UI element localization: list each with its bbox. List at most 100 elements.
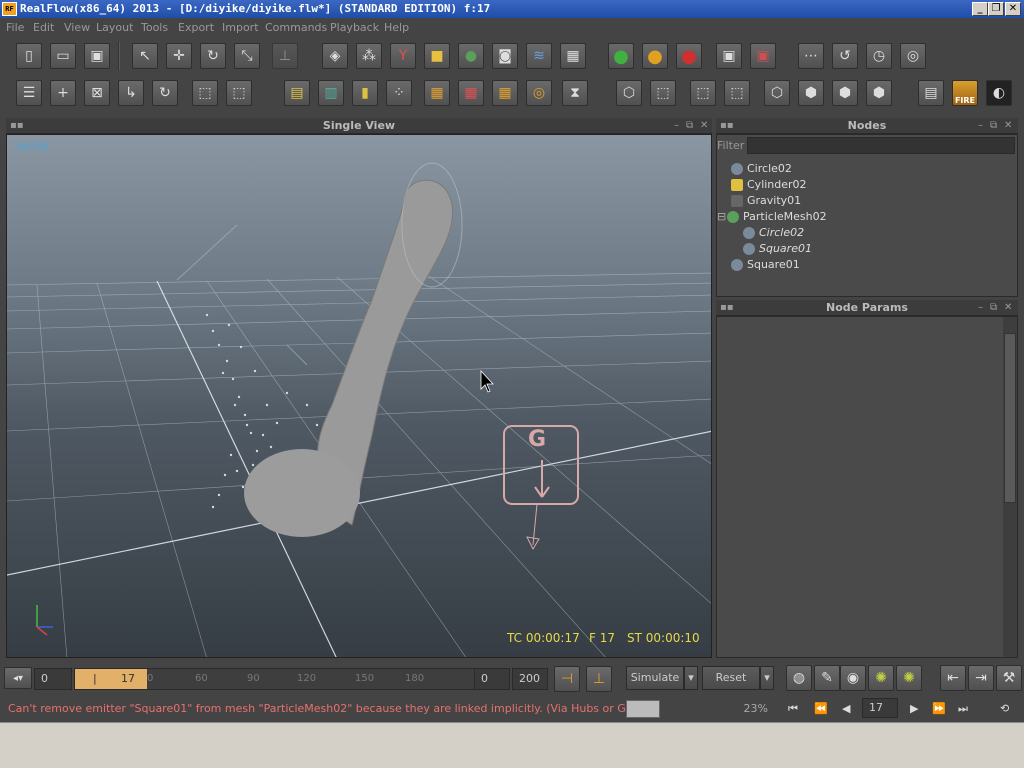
wrench-button[interactable]: ⚒ [996, 665, 1022, 691]
render-settings-button[interactable]: ▤ [918, 80, 944, 106]
node-item[interactable]: Circle02 [731, 161, 792, 177]
menu-import[interactable]: Import [222, 21, 259, 34]
range-end-button[interactable]: ⊥ [586, 666, 612, 692]
export-button-2[interactable]: ▦ [458, 80, 484, 106]
node-item[interactable]: Circle02 [743, 225, 804, 241]
box-frame-button[interactable]: ⬚ [226, 80, 252, 106]
range-start-field[interactable]: 0 [474, 668, 510, 690]
move-tool-button[interactable]: ✛ [166, 43, 192, 69]
playback-tool-1[interactable]: ◍ [786, 665, 812, 691]
menu-commands[interactable]: Commands [265, 21, 327, 34]
panel-float-icon[interactable]: ⧉ [990, 118, 997, 134]
scale-tool-button[interactable]: ⤡ [234, 43, 260, 69]
timer-button[interactable]: ◷ [866, 43, 892, 69]
panel-close-icon[interactable]: ✕ [1004, 118, 1012, 134]
export-button-4[interactable]: ◎ [526, 80, 552, 106]
key-prev-button[interactable]: ⇤ [940, 665, 966, 691]
add-daemon-button[interactable]: Y [390, 43, 416, 69]
menu-edit[interactable]: Edit [33, 21, 54, 34]
view-cube-button-5[interactable]: ⬡ [764, 80, 790, 106]
reset-dropdown[interactable]: ▾ [760, 666, 774, 690]
node-item[interactable]: Square01 [731, 257, 800, 273]
box-view-button[interactable]: ⬚ [192, 80, 218, 106]
panel-grip-icon[interactable]: ▪▪ [720, 300, 734, 316]
panel-float-icon[interactable]: ⧉ [990, 300, 997, 316]
add-wave-button[interactable]: ≋ [526, 43, 552, 69]
add-emitter-button[interactable]: ◈ [322, 43, 348, 69]
dyverso-button[interactable]: ▥ [318, 80, 344, 106]
node-item[interactable]: ⊟ ParticleMesh02 [717, 209, 827, 225]
node-item[interactable]: Square01 [743, 241, 812, 257]
layout-button-3[interactable]: ⊠ [84, 80, 110, 106]
close-button[interactable]: ✕ [1005, 2, 1021, 16]
script-button[interactable]: ⋯ [798, 43, 824, 69]
export-button-3[interactable]: ▦ [492, 80, 518, 106]
layout-button-1[interactable]: ☰ [16, 80, 42, 106]
scrollbar-thumb[interactable] [1004, 333, 1016, 503]
reset-button[interactable]: Reset [702, 666, 760, 690]
layout-button-2[interactable]: + [50, 80, 76, 106]
menu-tools[interactable]: Tools [141, 21, 168, 34]
range-end-field[interactable]: 200 [512, 668, 548, 690]
new-file-button[interactable]: ▯ [16, 43, 42, 69]
node-item[interactable]: Cylinder02 [731, 177, 807, 193]
menu-file[interactable]: File [6, 21, 24, 34]
add-grid-button[interactable]: ▦ [560, 43, 586, 69]
render-button[interactable]: ◎ [900, 43, 926, 69]
go-end-button[interactable]: ⏭ [958, 702, 968, 716]
simulate-dropdown[interactable]: ▾ [684, 666, 698, 690]
panel-close-icon[interactable]: ✕ [700, 118, 708, 134]
rotate-tool-button[interactable]: ↻ [200, 43, 226, 69]
status-yellow-button[interactable]: ● [642, 43, 668, 69]
add-object-button[interactable]: ■ [424, 43, 450, 69]
menu-layout[interactable]: Layout [96, 21, 133, 34]
playback-tool-3[interactable]: ◉ [840, 665, 866, 691]
rbd-button[interactable]: ▤ [284, 80, 310, 106]
playback-tool-5[interactable]: ✺ [896, 665, 922, 691]
add-mesh-button[interactable]: ● [458, 43, 484, 69]
go-start-button[interactable]: ⏮ [788, 702, 798, 716]
add-camera-button[interactable]: ◙ [492, 43, 518, 69]
menu-export[interactable]: Export [178, 21, 214, 34]
play-button[interactable]: ▶ [910, 702, 918, 715]
add-particle-button[interactable]: ⁂ [356, 43, 382, 69]
view-cube-button-1[interactable]: ⬡ [616, 80, 642, 106]
link-tool-button[interactable]: ⊥ [272, 43, 298, 69]
filter-input[interactable] [747, 137, 1015, 154]
panel-grip-icon[interactable]: ▪▪ [10, 118, 24, 134]
minimize-button[interactable]: _ [972, 2, 988, 16]
menu-playback[interactable]: Playback [330, 21, 379, 34]
particles-dots-button[interactable]: ⁘ [386, 80, 412, 106]
3d-viewport[interactable]: persp G TC 00:00:17 F 17 ST 00:00:10 [6, 134, 712, 658]
view-cube-button-8[interactable]: ⬢ [866, 80, 892, 106]
export-button-1[interactable]: ▦ [424, 80, 450, 106]
select-tool-button[interactable]: ↖ [132, 43, 158, 69]
collapse-toggle-icon[interactable]: ⊟ [717, 209, 727, 225]
status-red-button[interactable]: ● [676, 43, 702, 69]
panel-minimize-icon[interactable]: – [674, 118, 679, 134]
save-button[interactable]: ▣ [84, 43, 110, 69]
clear-cache-button[interactable]: ▣ [750, 43, 776, 69]
params-scrollbar[interactable] [1003, 317, 1017, 657]
layout-button-4[interactable]: ↳ [118, 80, 144, 106]
play-reverse-button[interactable]: ◀ [842, 702, 850, 715]
menu-help[interactable]: Help [384, 21, 409, 34]
view-cube-button-4[interactable]: ⬚ [724, 80, 750, 106]
panel-minimize-icon[interactable]: – [978, 300, 983, 316]
timeline-mode-button[interactable]: ◂▾ [4, 667, 32, 689]
frame-field[interactable]: 17 [862, 698, 898, 718]
view-cube-button-3[interactable]: ⬚ [690, 80, 716, 106]
playback-tool-2[interactable]: ✎ [814, 665, 840, 691]
hourglass-button[interactable]: ⧗ [562, 80, 588, 106]
panel-minimize-icon[interactable]: – [978, 118, 983, 134]
key-next-button[interactable]: ⇥ [968, 665, 994, 691]
range-fit-button[interactable]: ⊣ [554, 666, 580, 692]
panel-close-icon[interactable]: ✕ [1004, 300, 1012, 316]
step-forward-button[interactable]: ⏩ [932, 702, 946, 715]
preview-button[interactable]: ◐ [986, 80, 1012, 106]
step-back-button[interactable]: ⏪ [814, 702, 828, 715]
panel-float-icon[interactable]: ⧉ [686, 118, 693, 134]
loop-icon[interactable]: ⟲ [1000, 702, 1009, 715]
maximize-button[interactable]: ❐ [988, 2, 1004, 16]
menu-view[interactable]: View [64, 21, 90, 34]
